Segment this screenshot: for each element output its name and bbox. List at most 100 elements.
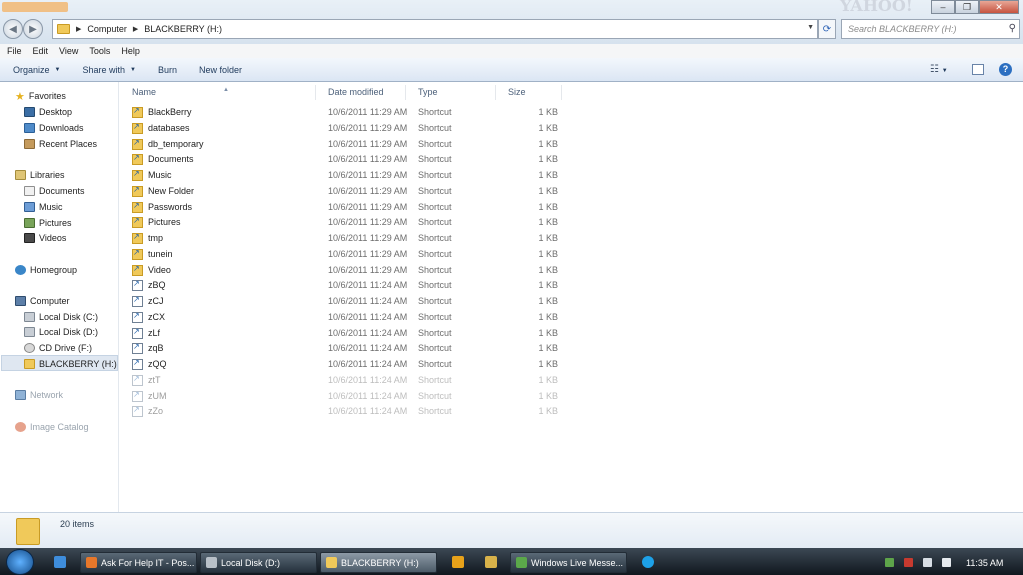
menu-tools[interactable]: Tools (89, 46, 110, 56)
file-row[interactable]: Passwords 10/6/2011 11:29 AM Shortcut 1 KB (132, 200, 572, 215)
network-status-icon[interactable] (923, 558, 932, 567)
nav-homegroup[interactable]: Homegroup (15, 263, 77, 277)
nav-favorites[interactable]: ★ Favorites (15, 89, 66, 103)
file-row[interactable]: db_temporary 10/6/2011 11:29 AM Shortcut 1 … (132, 137, 572, 152)
menu-edit[interactable]: Edit (33, 46, 49, 56)
file-row[interactable]: zCJ 10/6/2011 11:24 AM Shortcut 1 KB (132, 294, 572, 309)
file-row[interactable]: tmp 10/6/2011 11:29 AM Shortcut 1 KB (132, 231, 572, 246)
file-size: 1 KB (538, 406, 558, 417)
file-date: 10/6/2011 11:24 AM (328, 296, 408, 306)
forward-button[interactable]: ▶ (23, 19, 43, 39)
nav-downloads[interactable]: Downloads (24, 121, 84, 135)
file-row[interactable]: zBQ 10/6/2011 11:24 AM Shortcut 1 KB (132, 278, 572, 293)
action-center-icon[interactable] (904, 558, 913, 567)
nav-documents[interactable]: Documents (24, 184, 85, 198)
app-icon[interactable] (485, 556, 497, 568)
file-row[interactable]: zZo 10/6/2011 11:24 AM Shortcut 1 KB (132, 404, 572, 419)
pictures-icon (24, 218, 35, 228)
column-header-type[interactable]: Type (406, 85, 496, 100)
minimize-button[interactable]: – (931, 0, 955, 14)
skype-icon[interactable] (642, 556, 654, 568)
nav-videos[interactable]: Videos (24, 231, 66, 245)
menu-file[interactable]: File (7, 46, 22, 56)
search-icon[interactable]: ⚲ (1009, 23, 1016, 34)
nav-desktop[interactable]: Desktop (24, 105, 72, 119)
title-bar: YAHOO! – ❐ ✕ ◀ ▶ ▶ Computer ▶ BLACKBERRY… (0, 0, 1023, 44)
shortcut-icon (132, 342, 143, 355)
file-row[interactable]: zQQ 10/6/2011 11:24 AM Shortcut 1 KB (132, 357, 572, 372)
nav-pictures[interactable]: Pictures (24, 216, 72, 230)
file-name: Passwords (148, 201, 193, 212)
nav-libraries[interactable]: Libraries (15, 168, 65, 182)
file-row[interactable]: databases 10/6/2011 11:29 AM Shortcut 1 KB (132, 121, 572, 136)
burn-button[interactable]: Burn (158, 65, 177, 75)
back-button[interactable]: ◀ (3, 19, 23, 39)
file-row[interactable]: zUM 10/6/2011 11:24 AM Shortcut 1 KB (132, 389, 572, 404)
file-size: 1 KB (538, 122, 558, 133)
address-dropdown-icon[interactable]: ▼ (807, 24, 814, 31)
file-row[interactable]: New Folder 10/6/2011 11:29 AM Shortcut 1 KB (132, 184, 572, 199)
nav-local-disk-c[interactable]: Local Disk (C:) (24, 310, 98, 324)
file-row[interactable]: tunein 10/6/2011 11:29 AM Shortcut 1 KB (132, 247, 572, 262)
refresh-button[interactable]: ⟳ (818, 19, 836, 39)
nav-recent-places[interactable]: Recent Places (24, 137, 97, 151)
nav-image-catalog[interactable]: Image Catalog (15, 420, 89, 434)
task-blackberry[interactable]: BLACKBERRY (H:) (320, 552, 437, 573)
close-button[interactable]: ✕ (979, 0, 1019, 14)
file-row[interactable]: zLf 10/6/2011 11:24 AM Shortcut 1 KB (132, 326, 572, 341)
task-windows-live-messenger[interactable]: Windows Live Messe... (510, 552, 627, 573)
address-bar[interactable]: ▶ Computer ▶ BLACKBERRY (H:) ▼ (52, 19, 818, 39)
nav-network[interactable]: Network (15, 388, 63, 402)
nav-local-disk-d[interactable]: Local Disk (D:) (24, 325, 98, 339)
change-view-button[interactable]: ☷ ▼ (930, 64, 948, 75)
menu-view[interactable]: View (59, 46, 78, 56)
search-input[interactable]: Search BLACKBERRY (H:) ⚲ (841, 19, 1020, 39)
task-local-disk[interactable]: Local Disk (D:) (200, 552, 317, 573)
nav-music[interactable]: Music (24, 200, 63, 214)
column-header-size[interactable]: Size (496, 85, 562, 100)
column-header-date[interactable]: Date modified (316, 85, 406, 100)
item-count: 20 items (60, 519, 95, 529)
nav-blackberry[interactable]: BLACKBERRY (H:) (24, 357, 117, 371)
clock[interactable]: 11:35 AM (966, 558, 1003, 568)
shortcut-icon (132, 232, 143, 244)
menu-help[interactable]: Help (121, 46, 140, 56)
column-header-name[interactable]: Name ▲ (120, 85, 316, 100)
share-with-button[interactable]: Share with ▼ (82, 65, 135, 75)
breadcrumb-arrow-icon[interactable]: ▶ (133, 25, 138, 33)
file-row[interactable]: Documents 10/6/2011 11:29 AM Shortcut 1 KB (132, 152, 572, 167)
file-row[interactable]: Video 10/6/2011 11:29 AM Shortcut 1 KB (132, 263, 572, 278)
file-row[interactable]: zqB 10/6/2011 11:24 AM Shortcut 1 KB (132, 341, 572, 356)
file-row[interactable]: Pictures 10/6/2011 11:29 AM Shortcut 1 KB (132, 215, 572, 230)
maximize-button[interactable]: ❐ (955, 0, 979, 14)
file-date: 10/6/2011 11:29 AM (328, 201, 408, 212)
file-date: 10/6/2011 11:29 AM (328, 107, 408, 117)
breadcrumb-blackberry[interactable]: BLACKBERRY (H:) (144, 24, 222, 34)
new-folder-button[interactable]: New folder (199, 65, 242, 75)
preview-pane-button[interactable] (972, 64, 984, 75)
file-name: zZo (148, 406, 164, 417)
organize-button[interactable]: Organize ▼ (13, 65, 60, 75)
breadcrumb-computer[interactable]: Computer (87, 24, 127, 34)
start-button[interactable] (6, 549, 34, 575)
tray-icon[interactable] (885, 558, 894, 567)
help-icon[interactable]: ? (999, 63, 1012, 76)
nav-cd-drive[interactable]: CD Drive (F:) (24, 341, 92, 355)
file-row[interactable]: Music 10/6/2011 11:29 AM Shortcut 1 KB (132, 168, 572, 183)
internet-explorer-icon[interactable] (54, 556, 66, 568)
file-date: 10/6/2011 11:29 AM (328, 217, 408, 228)
nav-label: Computer (30, 296, 70, 306)
volume-icon[interactable] (942, 558, 951, 567)
file-row[interactable]: BlackBerry 10/6/2011 11:29 AM Shortcut 1 KB (132, 105, 572, 120)
nav-computer[interactable]: Computer (15, 294, 70, 308)
task-label: Windows Live Messe... (531, 557, 624, 568)
task-firefox[interactable]: Ask For Help IT - Pos... (80, 552, 197, 573)
media-player-icon[interactable] (452, 556, 464, 568)
file-name: tunein (148, 248, 173, 259)
file-date: 10/6/2011 11:24 AM (328, 343, 408, 354)
file-row[interactable]: ztT 10/6/2011 11:24 AM Shortcut 1 KB (132, 373, 572, 388)
breadcrumb-arrow-icon[interactable]: ▶ (76, 25, 81, 33)
chevron-down-icon: ▼ (941, 68, 948, 74)
file-name: ztT (148, 374, 161, 385)
file-row[interactable]: zCX 10/6/2011 11:24 AM Shortcut 1 KB (132, 310, 572, 325)
